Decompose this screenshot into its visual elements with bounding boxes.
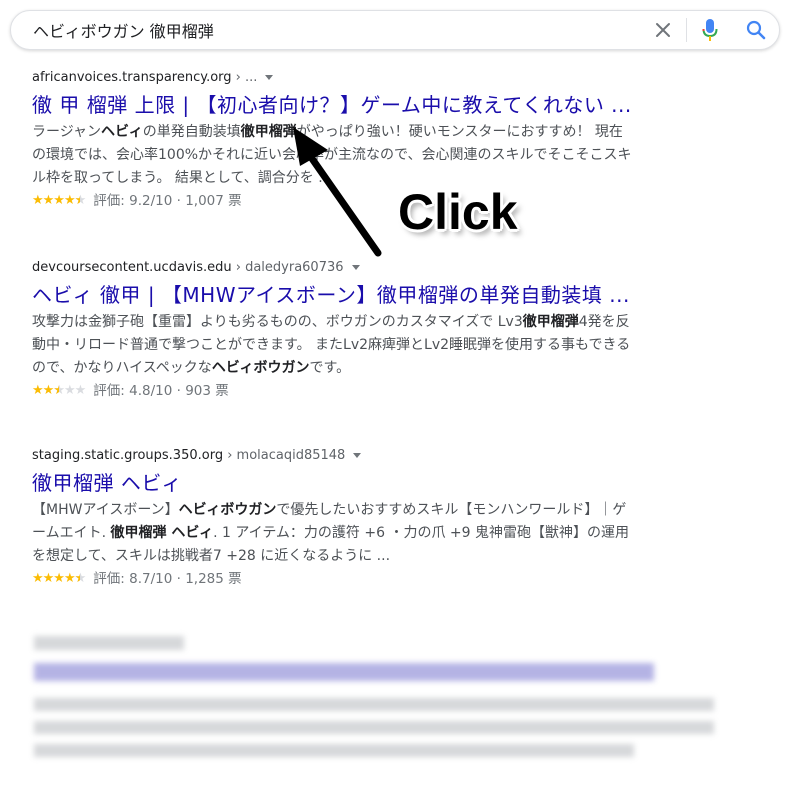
arrow-icon [293,127,382,257]
click-callout: Click [398,184,518,240]
